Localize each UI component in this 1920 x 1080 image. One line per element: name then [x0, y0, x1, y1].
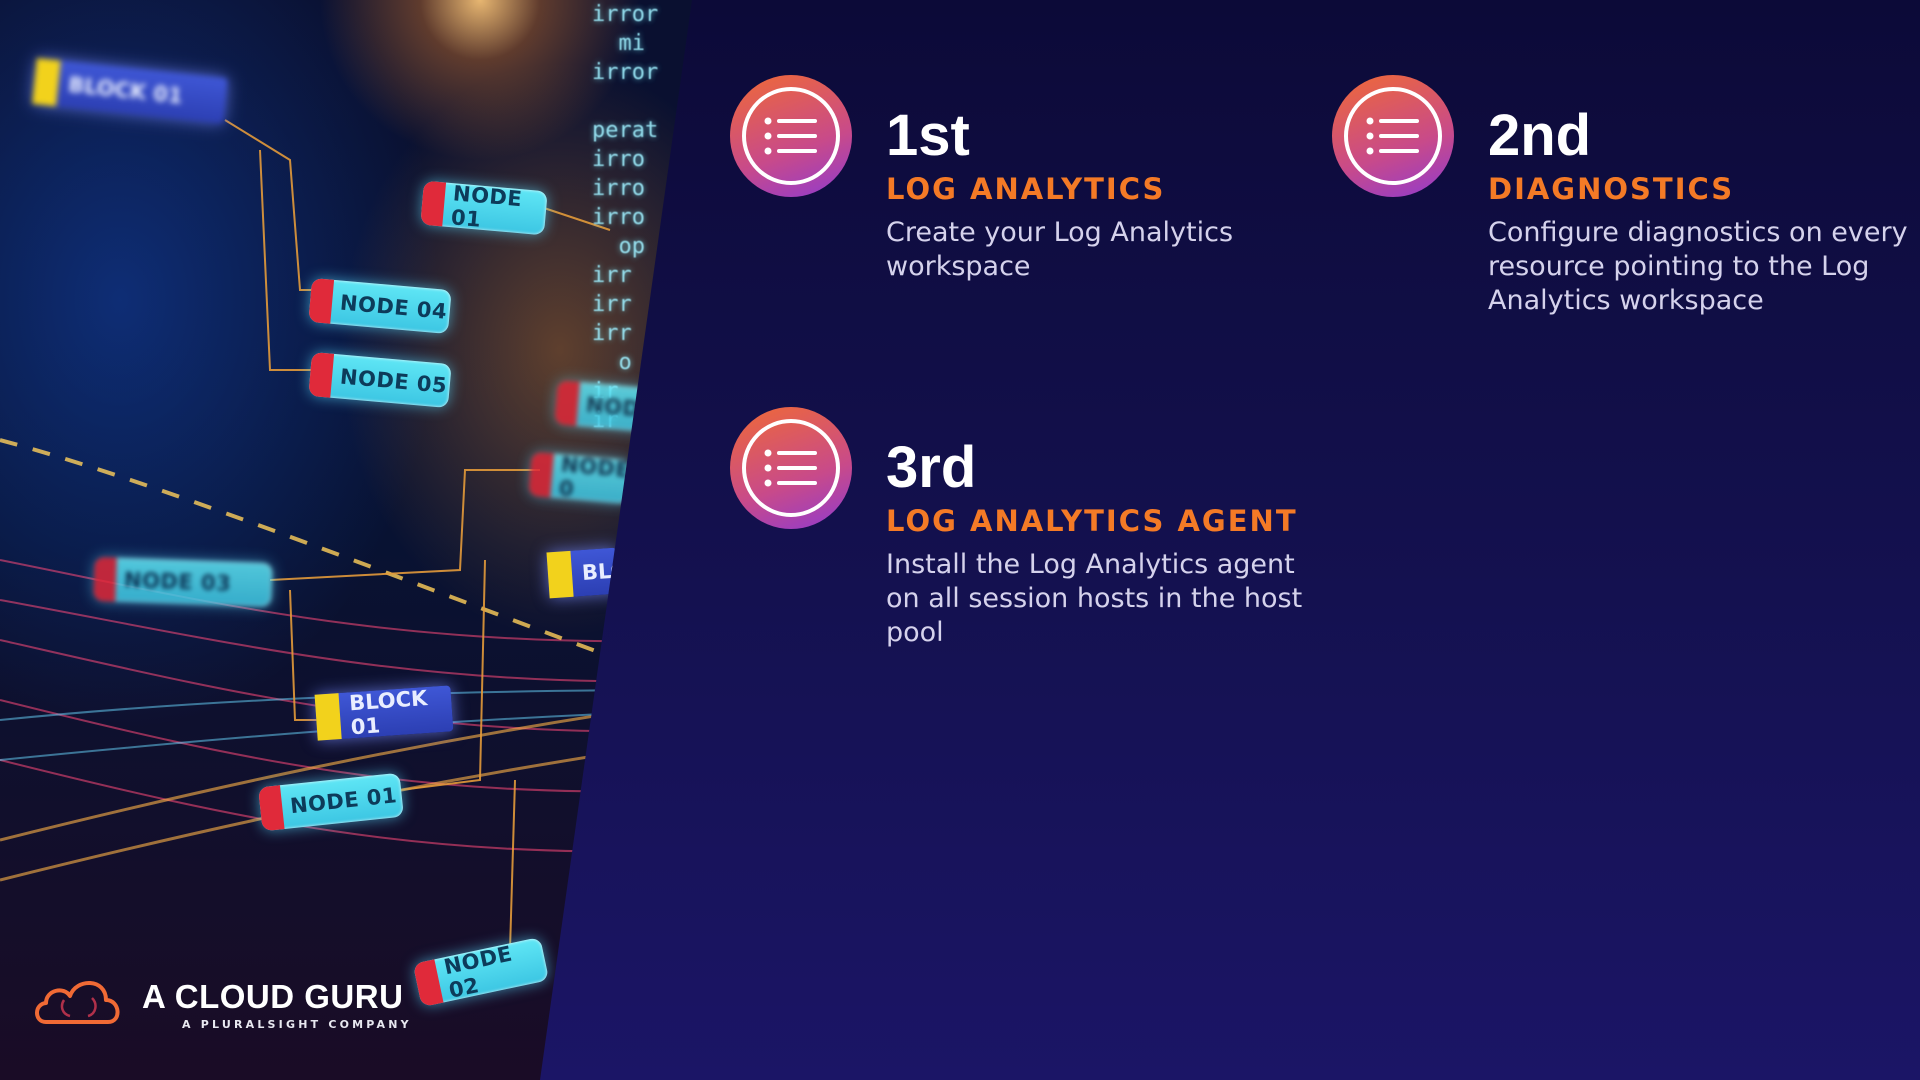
list-icon: [1332, 75, 1454, 197]
cloud-logo-icon: [35, 981, 120, 1024]
list-icon: [730, 75, 852, 197]
brand-logo: A CLOUD GURU A PLURALSIGHT COMPANY: [32, 970, 412, 1031]
hero-block-label: BLOC: [546, 547, 645, 599]
step-2-description: Configure diagnostics on every resource …: [1488, 217, 1908, 316]
step-1-title: 1st: [886, 103, 970, 168]
list-icon: [730, 407, 852, 529]
hero-node-label: NODE 0: [528, 451, 632, 505]
step-2-title: 2nd: [1488, 103, 1592, 168]
step-3-subtitle: LOG ANALYTICS AGENT: [886, 504, 1298, 538]
step-3-title: 3rd: [886, 435, 977, 500]
step-1-description: Create your Log Analytics workspace: [886, 217, 1234, 282]
hero-node-label: NODE 03: [93, 556, 273, 608]
step-3-description: Install the Log Analytics agent on all s…: [886, 549, 1303, 648]
hero-block-label: BLOCK 01: [314, 685, 454, 741]
logo-tagline: A PLURALSIGHT COMPANY: [182, 1018, 412, 1031]
step-1-subtitle: LOG ANALYTICS: [886, 172, 1166, 206]
step-2-subtitle: DIAGNOSTICS: [1488, 172, 1735, 206]
logo-name: A CLOUD GURU: [142, 978, 404, 1015]
